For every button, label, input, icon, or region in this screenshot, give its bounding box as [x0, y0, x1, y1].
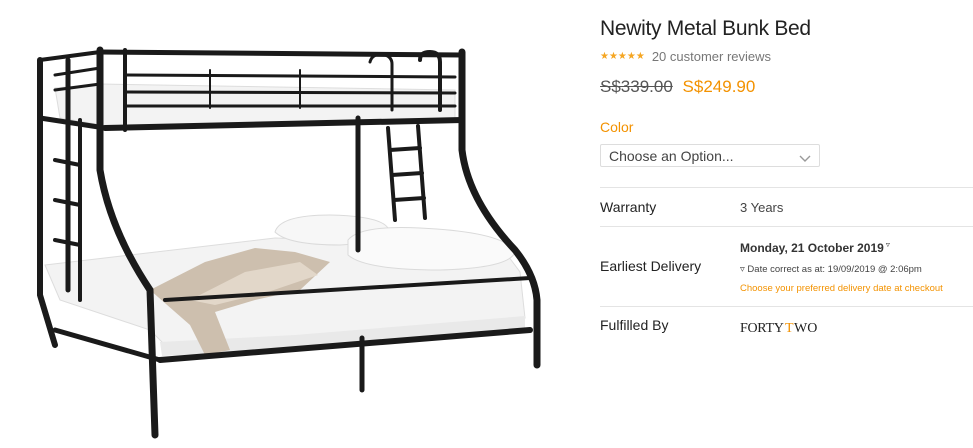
delivery-label: Earliest Delivery: [600, 258, 702, 274]
product-image[interactable]: [0, 0, 560, 448]
delivery-date-link[interactable]: Choose your preferred delivery date at c…: [740, 283, 943, 294]
svg-text:WO: WO: [794, 321, 817, 336]
sale-price: S$249.90: [682, 77, 756, 96]
bunk-bed-illustration: [37, 46, 541, 439]
reviews-link[interactable]: 20 customer reviews: [652, 49, 771, 64]
divider: [600, 226, 973, 227]
triangle-down-icon[interactable]: ▿: [886, 240, 890, 249]
star-rating-icon: ★★★★★: [600, 51, 645, 62]
divider: [600, 306, 973, 307]
warranty-value: 3 Years: [740, 200, 784, 215]
original-price: S$339.00: [600, 77, 673, 96]
fortytwo-logo: FORTY T WO: [740, 318, 830, 341]
warranty-label: Warranty: [600, 199, 657, 215]
product-title: Newity Metal Bunk Bed: [600, 17, 811, 40]
delivery-date-text: Monday, 21 October 2019: [740, 241, 884, 255]
price-row: S$339.00 S$249.90: [600, 77, 755, 97]
delivery-note-text: Date correct as at: 19/09/2019 @ 2:06pm: [747, 264, 922, 275]
fulfilled-by-label: Fulfilled By: [600, 317, 669, 333]
color-select[interactable]: Choose an Option...: [600, 144, 820, 167]
color-select-value: Choose an Option...: [609, 148, 734, 164]
color-label: Color: [600, 119, 634, 135]
triangle-down-icon: ▿: [740, 264, 745, 275]
divider: [600, 187, 973, 188]
svg-text:T: T: [785, 321, 794, 336]
svg-text:FORTY: FORTY: [740, 321, 784, 336]
delivery-note: ▿ Date correct as at: 19/09/2019 @ 2:06p…: [740, 264, 922, 275]
product-info: Newity Metal Bunk Bed ★★★★★ 20 customer …: [600, 0, 973, 448]
chevron-down-icon: [799, 150, 811, 168]
delivery-date: Monday, 21 October 2019 ▿: [740, 240, 890, 255]
rating-row: ★★★★★ 20 customer reviews: [600, 49, 771, 64]
